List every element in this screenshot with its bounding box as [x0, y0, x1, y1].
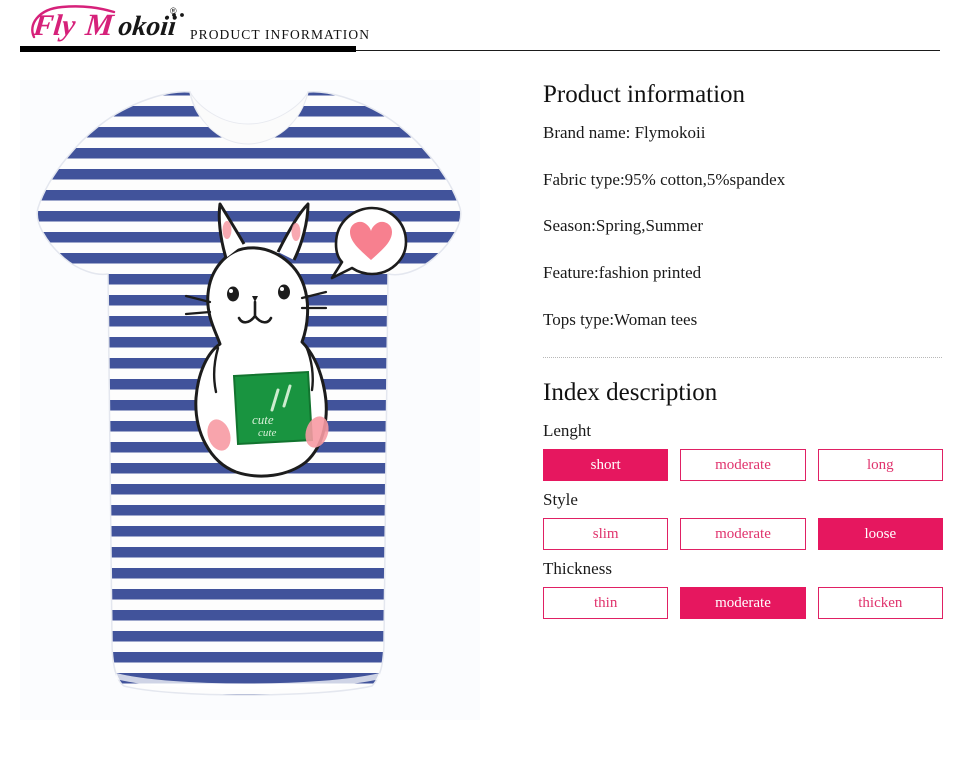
- spec-season: Season:Spring,Summer: [543, 216, 704, 236]
- spec-fabric-type: Fabric type:95% cotton,5%spandex: [543, 169, 786, 189]
- option-style-loose[interactable]: loose: [817, 518, 943, 551]
- option-thickness-moderate[interactable]: moderate: [680, 587, 806, 620]
- header-rule-thick: [20, 46, 356, 52]
- index-group-thickness: Thickness thin moderate thicken: [543, 559, 943, 620]
- brand-logo: Fly M okoii: [22, 3, 192, 47]
- option-row-style: slim moderate loose: [543, 518, 943, 551]
- option-row-thickness: thin moderate thicken: [543, 587, 943, 620]
- product-information-heading: Product information: [543, 81, 746, 108]
- page-title: PRODUCT INFORMATION: [190, 27, 371, 42]
- page-header: Fly M okoii ® PRODUCT INFORMATION: [0, 0, 960, 56]
- index-label-style: Style: [543, 490, 578, 510]
- option-label: short: [590, 456, 621, 473]
- spec-feature: Feature:fashion printed: [543, 263, 702, 283]
- option-label: long: [866, 456, 894, 473]
- index-label-thickness: Thickness: [543, 559, 612, 579]
- option-style-slim[interactable]: slim: [543, 518, 669, 551]
- product-info-pane: Product information Brand name: Flymokoi…: [543, 80, 943, 628]
- option-label: moderate: [715, 594, 771, 611]
- svg-text:cute: cute: [258, 427, 276, 439]
- option-label: slim: [592, 525, 619, 542]
- svg-text:M: M: [83, 7, 117, 42]
- option-lenght-moderate[interactable]: moderate: [680, 449, 806, 482]
- option-thickness-thin[interactable]: thin: [543, 587, 669, 620]
- index-label-lenght: Lenght: [543, 421, 592, 441]
- option-label: moderate: [715, 456, 771, 473]
- index-description-heading: Index description: [543, 379, 718, 407]
- option-lenght-long[interactable]: long: [817, 449, 943, 482]
- option-thickness-thicken[interactable]: thicken: [817, 587, 943, 620]
- spec-tops-type: Tops type:Woman tees: [543, 309, 698, 329]
- svg-text:okoii: okoii: [117, 11, 178, 42]
- option-label: thicken: [858, 594, 903, 611]
- index-group-style: Style slim moderate loose: [543, 490, 943, 551]
- index-group-lenght: Lenght short moderate long: [543, 421, 943, 482]
- option-lenght-short[interactable]: short: [543, 449, 669, 482]
- registered-trademark-icon: ®: [170, 6, 177, 16]
- svg-text:cute: cute: [252, 412, 274, 427]
- option-label: moderate: [715, 525, 771, 542]
- product-photo: cute cute: [20, 80, 480, 720]
- option-style-moderate[interactable]: moderate: [680, 518, 806, 551]
- striped-tee-image: cute cute: [20, 80, 480, 720]
- option-label: loose: [864, 525, 897, 542]
- svg-text:Fly: Fly: [31, 8, 78, 42]
- option-label: thin: [593, 594, 618, 611]
- main-content: cute cute Product information Brand name…: [0, 56, 960, 761]
- section-divider: [543, 357, 942, 359]
- option-row-lenght: short moderate long: [543, 449, 943, 482]
- spec-brand-name: Brand name: Flymokoii: [543, 123, 706, 142]
